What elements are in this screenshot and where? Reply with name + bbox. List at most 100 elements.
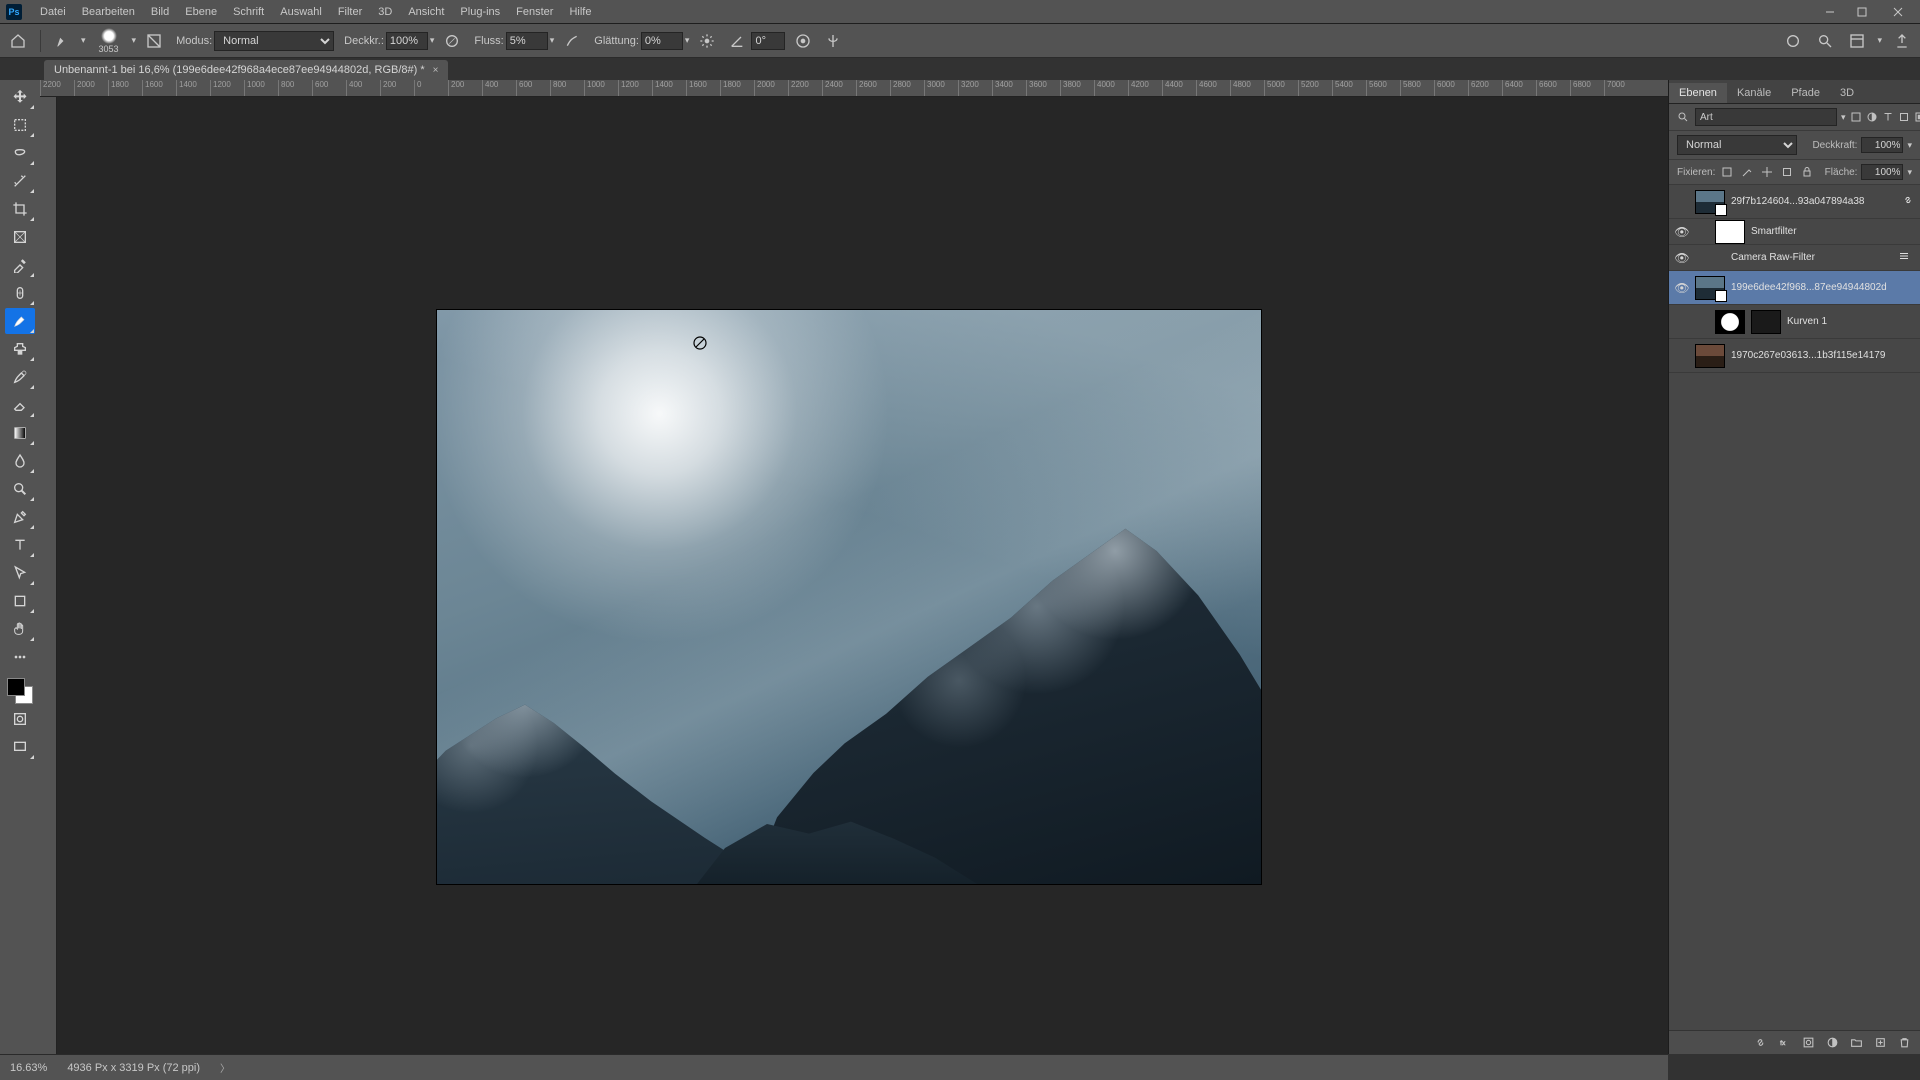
menu-bild[interactable]: Bild: [143, 0, 177, 23]
layer-thumbnail[interactable]: [1695, 190, 1725, 214]
fill-input[interactable]: [1861, 164, 1903, 180]
link-layers-button[interactable]: [1752, 1035, 1768, 1051]
menu-auswahl[interactable]: Auswahl: [272, 0, 330, 23]
delete-layer-button[interactable]: [1896, 1035, 1912, 1051]
pressure-size-toggle[interactable]: [791, 29, 815, 53]
marquee-tool[interactable]: [5, 112, 35, 138]
filter-type-icon[interactable]: [1882, 109, 1894, 125]
layer-name[interactable]: Camera Raw-Filter: [1731, 252, 1898, 263]
lock-all-icon[interactable]: [1799, 164, 1815, 180]
menu-3d[interactable]: 3D: [370, 0, 400, 23]
document-tab[interactable]: Unbenannt-1 bei 16,6% (199e6dee42f968a4e…: [44, 60, 448, 80]
opacity-input[interactable]: [386, 32, 428, 50]
layer-row[interactable]: 29f7b124604...93a047894a38: [1669, 185, 1920, 219]
crop-tool[interactable]: [5, 196, 35, 222]
symmetry-toggle[interactable]: [821, 29, 845, 53]
brush-preset-picker[interactable]: 3053: [92, 28, 126, 54]
eraser-tool[interactable]: [5, 392, 35, 418]
layer-visibility-toggle[interactable]: 👁: [1669, 281, 1695, 295]
frame-tool[interactable]: [5, 224, 35, 250]
dodge-tool[interactable]: [5, 476, 35, 502]
layer-thumbnail[interactable]: [1715, 220, 1745, 244]
zoom-level[interactable]: 16.63%: [10, 1062, 47, 1074]
filter-blend-options-icon[interactable]: [1898, 250, 1914, 265]
path-selection-tool[interactable]: [5, 560, 35, 586]
layer-mask-thumbnail[interactable]: [1751, 310, 1781, 334]
filter-smart-icon[interactable]: [1914, 109, 1920, 125]
magic-wand-tool[interactable]: [5, 168, 35, 194]
layer-thumbnail[interactable]: [1715, 310, 1745, 334]
document-info[interactable]: 4936 Px x 3319 Px (72 ppi): [67, 1062, 200, 1074]
layer-row[interactable]: 👁 Smartfilter: [1669, 219, 1920, 245]
menu-filter[interactable]: Filter: [330, 0, 370, 23]
layer-mask-button[interactable]: [1800, 1035, 1816, 1051]
eyedropper-tool[interactable]: [5, 252, 35, 278]
canvas-area[interactable]: [57, 97, 1920, 1054]
layer-link-icon[interactable]: [1902, 194, 1914, 209]
layer-visibility-toggle[interactable]: 👁: [1669, 251, 1695, 265]
layer-name[interactable]: Smartfilter: [1751, 226, 1914, 237]
layer-name[interactable]: 199e6dee42f968...87ee94944802d: [1731, 282, 1914, 293]
tab-kanaele[interactable]: Kanäle: [1727, 83, 1781, 103]
angle-icon[interactable]: [725, 29, 749, 53]
flow-input[interactable]: [506, 32, 548, 50]
layer-name[interactable]: Kurven 1: [1787, 316, 1914, 327]
menu-ebene[interactable]: Ebene: [177, 0, 225, 23]
layer-name[interactable]: 1970c267e03613...1b3f115e14179: [1731, 350, 1914, 361]
document-canvas[interactable]: [437, 310, 1261, 884]
layer-row[interactable]: 1970c267e03613...1b3f115e14179: [1669, 339, 1920, 373]
smoothing-input[interactable]: [641, 32, 683, 50]
menu-fenster[interactable]: Fenster: [508, 0, 561, 23]
filter-shape-icon[interactable]: [1898, 109, 1910, 125]
layer-thumbnail[interactable]: [1695, 276, 1725, 300]
adjustment-layer-button[interactable]: [1824, 1035, 1840, 1051]
shape-tool[interactable]: [5, 588, 35, 614]
window-maximize-button[interactable]: [1846, 0, 1878, 23]
document-tab-close[interactable]: ×: [433, 65, 439, 76]
color-swatch[interactable]: [7, 678, 33, 704]
screen-mode-button[interactable]: [5, 734, 35, 760]
new-layer-button[interactable]: [1872, 1035, 1888, 1051]
menu-plugins[interactable]: Plug-ins: [452, 0, 508, 23]
layer-visibility-toggle[interactable]: 👁: [1669, 225, 1695, 239]
filter-pixel-icon[interactable]: [1850, 109, 1862, 125]
tab-ebenen[interactable]: Ebenen: [1669, 83, 1727, 103]
lock-pixels-icon[interactable]: [1739, 164, 1755, 180]
blur-tool[interactable]: [5, 448, 35, 474]
lock-transparency-icon[interactable]: [1719, 164, 1735, 180]
workspace-switcher[interactable]: [1845, 29, 1869, 53]
ruler-vertical[interactable]: [40, 97, 57, 1054]
history-brush-tool[interactable]: [5, 364, 35, 390]
airbrush-toggle[interactable]: [560, 29, 584, 53]
ruler-horizontal[interactable]: 2200200018001600140012001000800600400200…: [40, 80, 1920, 97]
hand-tool[interactable]: [5, 616, 35, 642]
tab-pfade[interactable]: Pfade: [1781, 83, 1830, 103]
layer-filter-input[interactable]: [1695, 108, 1837, 126]
menu-datei[interactable]: Datei: [32, 0, 74, 23]
move-tool[interactable]: [5, 84, 35, 110]
lock-position-icon[interactable]: [1759, 164, 1775, 180]
gradient-tool[interactable]: [5, 420, 35, 446]
menu-bearbeiten[interactable]: Bearbeiten: [74, 0, 143, 23]
healing-brush-tool[interactable]: [5, 280, 35, 306]
lock-artboard-icon[interactable]: [1779, 164, 1795, 180]
layer-row[interactable]: 👁 Camera Raw-Filter: [1669, 245, 1920, 271]
layer-fx-button[interactable]: fx: [1776, 1035, 1792, 1051]
window-close-button[interactable]: [1882, 0, 1914, 23]
smoothing-options-button[interactable]: [695, 29, 719, 53]
brush-tool[interactable]: [5, 308, 35, 334]
layer-row[interactable]: 👁 199e6dee42f968...87ee94944802d: [1669, 271, 1920, 305]
home-button[interactable]: [6, 29, 30, 53]
filter-adjust-icon[interactable]: [1866, 109, 1878, 125]
layer-group-button[interactable]: [1848, 1035, 1864, 1051]
blend-mode-select[interactable]: Normal: [214, 31, 334, 51]
type-tool[interactable]: [5, 532, 35, 558]
edit-toolbar-button[interactable]: [5, 644, 35, 670]
share-button[interactable]: [1890, 29, 1914, 53]
menu-hilfe[interactable]: Hilfe: [561, 0, 599, 23]
brush-settings-toggle[interactable]: [142, 29, 166, 53]
menu-schrift[interactable]: Schrift: [225, 0, 272, 23]
angle-input[interactable]: [751, 32, 785, 50]
layer-row[interactable]: Kurven 1: [1669, 305, 1920, 339]
layer-opacity-input[interactable]: [1861, 137, 1903, 153]
